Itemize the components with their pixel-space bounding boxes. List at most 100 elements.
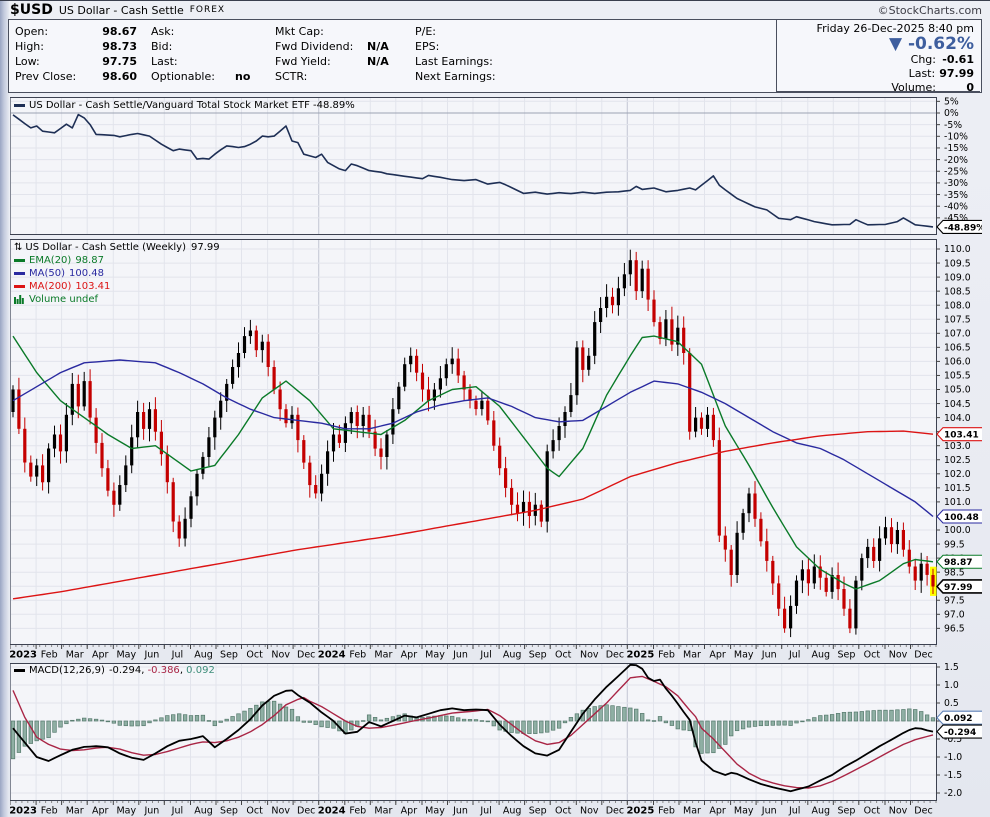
info-label: High: [15, 39, 93, 54]
svg-text:Oct: Oct [246, 650, 263, 661]
svg-text:102.5: 102.5 [944, 455, 971, 466]
svg-text:May: May [116, 806, 136, 817]
title-bar: $USD US Dollar - Cash Settle FOREX ©Stoc… [10, 1, 982, 19]
svg-text:1.0: 1.0 [944, 680, 959, 691]
down-arrow-icon: ▼ [889, 34, 902, 54]
svg-text:Nov: Nov [889, 806, 908, 817]
symbol-exchange: FOREX [190, 5, 225, 15]
quote-summary-box: Friday 26-Dec-2025 8:40 pm ▼ -0.62% Chg:… [776, 20, 980, 92]
ma50-legend: MA(50) 100.48 [14, 267, 220, 280]
svg-text:-20%: -20% [944, 155, 968, 166]
info-label: Open: [15, 24, 93, 39]
performance-legend-label: US Dollar - Cash Settle/Vanguard Total S… [29, 99, 355, 112]
svg-text:Jun: Jun [761, 806, 777, 817]
ema20-legend: EMA(20) 98.87 [14, 254, 220, 267]
svg-text:Aug: Aug [812, 806, 831, 817]
svg-text:Oct: Oct [555, 806, 572, 817]
macd-label: MACD(12,26,9) [29, 664, 105, 677]
svg-text:97.99: 97.99 [944, 583, 972, 593]
ma200-value: 103.41 [75, 280, 110, 293]
quote-row-label: Volume: [891, 81, 936, 95]
percent-change-value: -0.62% [908, 34, 974, 54]
ema20-line-swatch [14, 259, 25, 262]
axis-callout: 97.99 [937, 580, 982, 593]
svg-text:Dec: Dec [606, 650, 624, 661]
info-label: EPS: [415, 39, 509, 54]
svg-text:108.0: 108.0 [944, 300, 971, 311]
info-value [227, 39, 261, 54]
svg-text:Nov: Nov [271, 650, 290, 661]
svg-text:Dec: Dec [297, 806, 315, 817]
info-value: N/A [367, 39, 401, 54]
svg-text:Jun: Jun [143, 650, 159, 661]
quote-row-value: 0 [940, 81, 974, 95]
info-row: Mkt Cap: [275, 24, 401, 39]
svg-text:Jul: Jul [479, 806, 491, 817]
svg-text:Mar: Mar [66, 806, 84, 817]
quote-row: Chg:-0.61 [777, 53, 974, 67]
svg-text:102.0: 102.0 [944, 469, 971, 480]
price-last-value: 97.99 [191, 241, 220, 254]
axis-callout: 98.87 [937, 555, 982, 568]
info-value [227, 54, 261, 69]
svg-text:2024: 2024 [318, 650, 346, 661]
volume-legend: Volume undef [14, 293, 220, 306]
svg-text:Nov: Nov [889, 650, 908, 661]
svg-text:Mar: Mar [683, 650, 701, 661]
price-chart-title: US Dollar - Cash Settle (Weekly) [25, 241, 186, 254]
macd-signal-value: -0.386 [148, 664, 180, 677]
svg-text:100.0: 100.0 [944, 525, 971, 536]
ma50-line-swatch [14, 272, 25, 275]
svg-text:2025: 2025 [626, 806, 654, 817]
svg-text:Jul: Jul [788, 806, 800, 817]
svg-text:109.5: 109.5 [944, 258, 971, 269]
svg-text:-2.0: -2.0 [944, 788, 962, 799]
svg-text:Sep: Sep [220, 650, 238, 661]
svg-text:Jun: Jun [452, 806, 468, 817]
ma50-label: MA(50) [29, 267, 65, 280]
info-label: Prev Close: [15, 69, 93, 84]
svg-text:May: May [116, 650, 136, 661]
info-column: Mkt Cap:Fwd Dividend:N/AFwd Yield:N/ASCT… [275, 24, 401, 84]
svg-text:Jun: Jun [143, 806, 159, 817]
quote-row: Last:97.99 [777, 67, 974, 81]
svg-text:103.0: 103.0 [944, 441, 971, 452]
axis-callout: 0.092 [937, 711, 982, 724]
svg-text:110.0: 110.0 [944, 244, 971, 255]
svg-text:106.5: 106.5 [944, 343, 971, 354]
ma50-value: 100.48 [69, 267, 104, 280]
svg-text:Mar: Mar [374, 650, 392, 661]
info-row: Optionable:no [151, 69, 261, 84]
svg-text:Jul: Jul [171, 806, 183, 817]
x-axis-labels-bottom: 2023FebMarAprMayJunJulAugSepOctNovDec202… [10, 801, 982, 817]
info-label: P/E: [415, 24, 509, 39]
svg-text:Sep: Sep [220, 806, 238, 817]
svg-text:104.5: 104.5 [944, 399, 971, 410]
svg-text:Aug: Aug [194, 806, 213, 817]
info-label: Mkt Cap: [275, 24, 367, 39]
svg-text:Mar: Mar [66, 650, 84, 661]
info-column: P/E:EPS:Last Earnings:Next Earnings: [415, 24, 539, 84]
macd-chart: 1.51.00.50.0-0.5-1.0-1.5-2.00.092-0.294 [10, 663, 982, 801]
svg-text:107.5: 107.5 [944, 314, 971, 325]
svg-text:Aug: Aug [812, 650, 831, 661]
axis-callout: -48.89% [937, 220, 982, 233]
svg-text:0%: 0% [944, 108, 959, 119]
svg-text:Apr: Apr [92, 806, 109, 817]
svg-text:Aug: Aug [194, 650, 213, 661]
info-value: 98.73 [93, 39, 137, 54]
svg-text:98.87: 98.87 [944, 558, 972, 568]
info-value: 98.67 [93, 24, 137, 39]
copyright-text: ©StockCharts.com [878, 4, 982, 17]
ma200-label: MA(200) [29, 280, 71, 293]
svg-text:Sep: Sep [529, 650, 547, 661]
svg-text:Dec: Dec [914, 650, 932, 661]
svg-text:0.5: 0.5 [944, 698, 959, 709]
svg-text:Nov: Nov [271, 806, 290, 817]
symbol-name: US Dollar - Cash Settle [59, 4, 184, 17]
svg-text:Dec: Dec [297, 650, 315, 661]
page-edge-gradient [0, 1, 9, 817]
svg-text:-10%: -10% [944, 132, 968, 143]
axis-callout: 100.48 [937, 510, 982, 523]
svg-text:Feb: Feb [349, 650, 366, 661]
